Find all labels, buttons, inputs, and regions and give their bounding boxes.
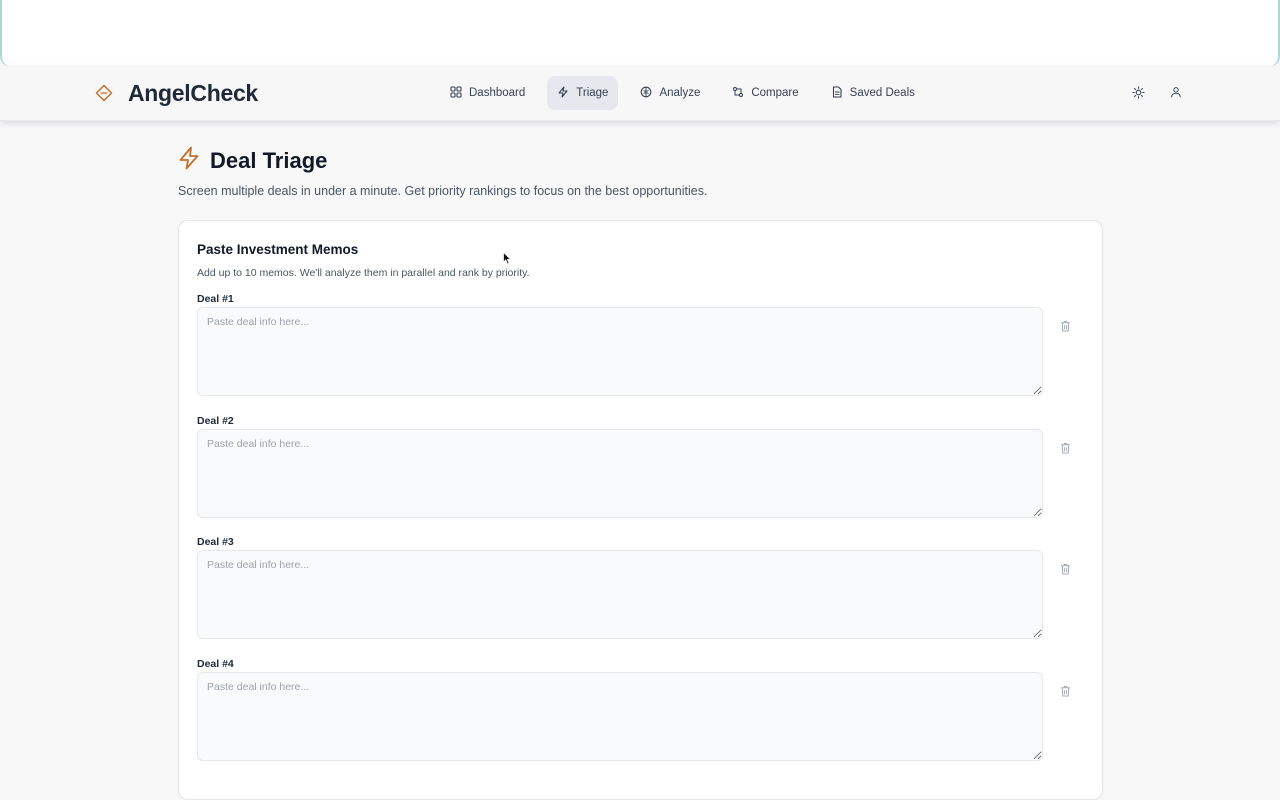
document-icon [831,85,843,101]
nav-label-saved-deals: Saved Deals [849,87,915,99]
nav-label-triage: Triage [576,87,609,99]
nav-right-actions [1130,84,1184,100]
deal-memo-input[interactable] [197,550,1043,639]
diamond-icon [94,83,114,103]
deal-memo-input[interactable] [197,307,1043,396]
browser-top-strip [0,0,1280,66]
user-icon[interactable] [1168,84,1184,100]
nav-item-dashboard[interactable]: Dashboard [440,76,535,110]
deal-label: Deal #3 [197,536,234,548]
nav-label-dashboard: Dashboard [469,87,526,99]
deal-entry: Deal #1 [197,293,1087,396]
nav-item-triage[interactable]: Triage [547,76,619,110]
deal-entry: Deal #2 [197,415,1087,518]
deal-entry: Deal #3 [197,536,1087,639]
mouse-pointer-icon [503,251,512,265]
deal-label: Deal #1 [197,293,234,305]
brain-icon [640,86,652,101]
memos-card: Paste Investment Memos Add up to 10 memo… [178,220,1103,800]
main-nav: Dashboard Triage Analyze Compare Saved D… [440,76,925,110]
lightning-icon [178,146,200,175]
grid-icon [450,85,462,101]
brand-logo[interactable]: AngelCheck [94,78,258,108]
deal-label: Deal #4 [197,658,234,670]
lightning-icon [557,85,569,101]
brand-name: AngelCheck [128,79,258,106]
nav-item-compare[interactable]: Compare [722,76,808,110]
page-subtitle: Screen multiple deals in under a minute.… [178,184,708,198]
trash-icon[interactable] [1060,562,1072,575]
deal-memo-input[interactable] [197,429,1043,518]
trash-icon[interactable] [1060,684,1072,697]
trash-icon[interactable] [1060,319,1072,332]
deal-label: Deal #2 [197,415,234,427]
card-description: Add up to 10 memos. We'll analyze them i… [197,267,530,279]
nav-label-compare: Compare [751,87,799,99]
card-title: Paste Investment Memos [197,242,359,257]
deal-entry: Deal #4 [197,658,1087,761]
sun-icon[interactable] [1130,84,1146,100]
page-header: Deal Triage Screen multiple deals in und… [178,146,707,198]
page-title: Deal Triage [210,147,328,173]
deal-memo-input[interactable] [197,672,1043,761]
top-navbar: AngelCheck Dashboard Triage Analyze Comp… [0,66,1280,121]
nav-label-analyze: Analyze [659,87,701,99]
nav-item-analyze[interactable]: Analyze [630,76,710,110]
compare-arrows-icon [732,86,744,101]
trash-icon[interactable] [1060,441,1072,454]
nav-item-saved-deals[interactable]: Saved Deals [821,76,925,110]
